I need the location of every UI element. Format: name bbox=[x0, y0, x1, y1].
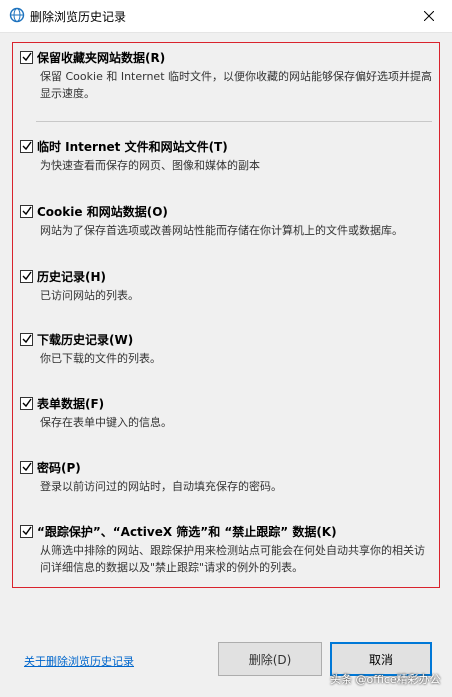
window-title: 删除浏览历史记录 bbox=[30, 10, 127, 24]
cookies-checkbox[interactable] bbox=[20, 204, 33, 218]
option-description: 保留 Cookie 和 Internet 临时文件，以便你收藏的网站能够保存偏好… bbox=[40, 70, 432, 100]
checkmark-icon bbox=[22, 462, 32, 471]
option-description: 登录以前访问过的网站时，自动填充保存的密码。 bbox=[40, 480, 282, 493]
option-history: 历史记录(H) 已访问网站的列表。 bbox=[20, 267, 440, 304]
checkmark-icon bbox=[22, 206, 32, 215]
checkmark-icon bbox=[22, 334, 32, 343]
option-label[interactable]: Cookie 和网站数据(O) bbox=[37, 203, 168, 220]
option-description: 为快速查看而保存的网页、图像和媒体的副本 bbox=[40, 159, 260, 172]
option-description: 网站为了保存首选项或改善网站性能而存储在你计算机上的文件或数据库。 bbox=[40, 224, 403, 237]
close-icon bbox=[424, 11, 434, 21]
download-history-checkbox[interactable] bbox=[20, 332, 33, 346]
option-cookies: Cookie 和网站数据(O) 网站为了保存首选项或改善网站性能而存储在你计算机… bbox=[20, 202, 440, 239]
tracking-protection-checkbox[interactable] bbox=[20, 524, 33, 538]
option-tracking-protection: “跟踪保护”、“ActiveX 筛选”和 “禁止跟踪” 数据(K) 从筛选中排除… bbox=[20, 522, 440, 576]
checkmark-icon bbox=[22, 141, 32, 150]
option-description: 保存在表单中键入的信息。 bbox=[40, 416, 172, 429]
option-label[interactable]: 保留收藏夹网站数据(R) bbox=[37, 49, 165, 66]
option-description: 已访问网站的列表。 bbox=[40, 289, 139, 302]
title-bar: 删除浏览历史记录 bbox=[0, 0, 452, 33]
option-download-history: 下载历史记录(W) 你已下载的文件的列表。 bbox=[20, 330, 440, 367]
option-label[interactable]: 历史记录(H) bbox=[37, 268, 106, 285]
option-label[interactable]: 临时 Internet 文件和网站文件(T) bbox=[37, 138, 228, 155]
checkmark-icon bbox=[22, 398, 32, 407]
option-form-data: 表单数据(F) 保存在表单中键入的信息。 bbox=[20, 394, 440, 431]
option-passwords: 密码(P) 登录以前访问过的网站时，自动填充保存的密码。 bbox=[20, 458, 440, 495]
delete-button[interactable]: 删除(D) bbox=[218, 642, 322, 676]
option-label[interactable]: 表单数据(F) bbox=[37, 395, 104, 412]
close-button[interactable] bbox=[406, 0, 452, 32]
temp-files-checkbox[interactable] bbox=[20, 139, 33, 153]
option-label[interactable]: “跟踪保护”、“ActiveX 筛选”和 “禁止跟踪” 数据(K) bbox=[37, 523, 337, 540]
watermark: 头条 @office精彩办公 bbox=[330, 673, 441, 686]
preserve-favorites-checkbox[interactable] bbox=[20, 50, 33, 64]
history-checkbox[interactable] bbox=[20, 269, 33, 283]
option-preserve-favorites: 保留收藏夹网站数据(R) 保留 Cookie 和 Internet 临时文件，以… bbox=[20, 48, 440, 102]
ie-globe-icon bbox=[9, 7, 25, 23]
passwords-checkbox[interactable] bbox=[20, 460, 33, 474]
highlight-frame bbox=[12, 42, 440, 588]
form-data-checkbox[interactable] bbox=[20, 396, 33, 410]
option-description: 你已下载的文件的列表。 bbox=[40, 352, 161, 365]
checkmark-icon bbox=[22, 52, 32, 61]
option-label[interactable]: 密码(P) bbox=[37, 459, 81, 476]
option-temp-files: 临时 Internet 文件和网站文件(T) 为快速查看而保存的网页、图像和媒体… bbox=[20, 137, 440, 174]
option-description: 从筛选中排除的网站、跟踪保护用来检测站点可能会在何处自动共享你的相关访问详细信息… bbox=[40, 544, 425, 574]
divider bbox=[36, 121, 432, 122]
checkmark-icon bbox=[22, 271, 32, 280]
about-deleting-history-link[interactable]: 关于删除浏览历史记录 bbox=[24, 653, 134, 669]
option-label[interactable]: 下载历史记录(W) bbox=[37, 331, 133, 348]
checkmark-icon bbox=[22, 526, 32, 535]
